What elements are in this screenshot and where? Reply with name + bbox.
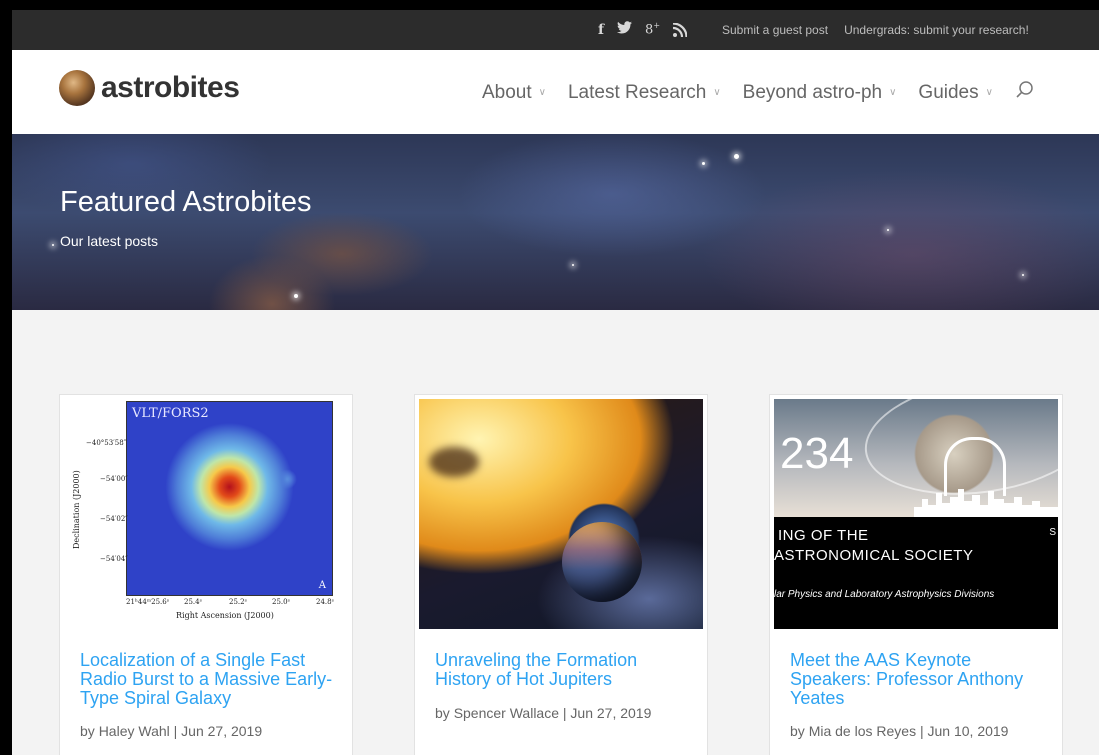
top-bar: f 8+ Submit a guest post Undergrads: sub… (12, 10, 1099, 50)
chevron-down-icon: ∨ (889, 87, 897, 98)
search-icon[interactable] (1015, 80, 1035, 105)
undergrad-submit-link[interactable]: Undergrads: submit your research! (844, 23, 1029, 37)
post-author[interactable]: Haley Wahl (99, 723, 170, 739)
y-tick: −54′04″ (100, 555, 128, 563)
x-tick: 24.8ˢ (316, 598, 334, 606)
nav-item-about[interactable]: About ∨ (482, 82, 546, 104)
sunspot-decoration (429, 447, 479, 477)
post-thumbnail[interactable]: 234 ING OF THE ASTRONOMICAL SOCIETY lar … (774, 399, 1058, 629)
logo-planet-icon (59, 70, 95, 106)
post-card: Unraveling the Formation History of Hot … (414, 394, 708, 755)
chevron-down-icon: ∨ (713, 87, 721, 98)
post-title-link[interactable]: Localization of a Single Fast Radio Burs… (80, 651, 340, 708)
facebook-icon[interactable]: f (598, 22, 604, 38)
post-thumbnail[interactable] (419, 399, 703, 629)
post-date: Jun 10, 2019 (927, 723, 1009, 739)
post-title-link[interactable]: Unraveling the Formation History of Hot … (435, 651, 695, 689)
city-skyline-icon (914, 489, 1058, 517)
y-tick: −40°53′58″ (86, 439, 127, 447)
post-card: VLT/FORS2 A −40°53′58″ −54′00″ −54′02″ −… (59, 394, 353, 755)
y-tick: −54′02″ (100, 515, 128, 523)
banner-line-3: lar Physics and Laboratory Astrophysics … (774, 589, 995, 600)
post-author[interactable]: Mia de los Reyes (809, 723, 916, 739)
nav-label: About (482, 81, 532, 103)
planet-illustration (562, 522, 642, 602)
top-links: Submit a guest post Undergrads: submit y… (722, 23, 1029, 37)
star-decoration (294, 294, 298, 298)
post-date: Jun 27, 2019 (181, 723, 263, 739)
post-author[interactable]: Spencer Wallace (454, 705, 559, 721)
chevron-down-icon: ∨ (985, 87, 993, 98)
nav-item-guides[interactable]: Guides ∨ (918, 82, 993, 104)
nav-label: Latest Research (567, 81, 707, 103)
post-title-link[interactable]: Meet the AAS Keynote Speakers: Professor… (790, 651, 1050, 708)
star-decoration (52, 244, 54, 246)
post-meta: by Haley Wahl | Jun 27, 2019 (80, 723, 262, 739)
image-label: VLT/FORS2 (132, 406, 209, 421)
site-header: astrobites About ∨ Latest Research ∨ Bey… (12, 50, 1099, 135)
x-tick: 25.2ˢ (229, 598, 247, 606)
social-links: f 8+ (598, 21, 688, 38)
meta-separator: | (919, 723, 924, 739)
x-axis-label: Right Ascension (J2000) (176, 611, 274, 620)
nav-label: Beyond astro-ph (742, 81, 883, 103)
post-meta: by Mia de los Reyes | Jun 10, 2019 (790, 723, 1008, 739)
main-nav: About ∨ Latest Research ∨ Beyond astro-p… (482, 80, 1035, 105)
x-tick: 21ʰ44ᵐ25.6ˢ (126, 598, 170, 606)
post-thumbnail[interactable]: VLT/FORS2 A −40°53′58″ −54′00″ −54′02″ −… (64, 399, 348, 629)
x-tick: 25.4ˢ (184, 598, 202, 606)
post-meta: by Spencer Wallace | Jun 27, 2019 (435, 705, 651, 721)
banner-edge-text: S (1049, 527, 1056, 538)
hero-banner: Featured Astrobites Our latest posts (12, 134, 1099, 310)
star-decoration (734, 154, 739, 159)
star-decoration (702, 162, 705, 165)
fors2-image: VLT/FORS2 A (126, 401, 333, 596)
image-corner-label: A (318, 580, 326, 591)
by-prefix: by (435, 705, 450, 721)
nav-label: Guides (918, 81, 979, 103)
nav-item-latest-research[interactable]: Latest Research ∨ (568, 82, 721, 104)
y-tick: −54′00″ (100, 475, 128, 483)
meta-separator: | (562, 705, 567, 721)
y-axis-label: Declination (J2000) (72, 470, 81, 549)
rss-icon[interactable] (673, 22, 688, 37)
site-logo[interactable]: astrobites (59, 70, 240, 106)
banner-line-1: ING OF THE (778, 527, 869, 544)
aas-banner-sky: 234 (774, 399, 1058, 517)
chevron-down-icon: ∨ (538, 87, 546, 98)
logo-text: astrobites (101, 71, 240, 104)
browser-page: f 8+ Submit a guest post Undergrads: sub… (12, 10, 1099, 755)
hero-subtitle: Our latest posts (60, 233, 159, 249)
hero-title: Featured Astrobites (60, 186, 312, 218)
twitter-icon[interactable] (617, 21, 633, 38)
nav-item-beyond-astro-ph[interactable]: Beyond astro-ph ∨ (743, 82, 897, 104)
meeting-number: 234 (780, 429, 854, 478)
post-date: Jun 27, 2019 (570, 705, 652, 721)
post-card: 234 ING OF THE ASTRONOMICAL SOCIETY lar … (769, 394, 1063, 755)
google-plus-icon[interactable]: 8+ (645, 21, 660, 37)
banner-line-2: ASTRONOMICAL SOCIETY (774, 547, 974, 564)
x-tick: 25.0ˢ (272, 598, 290, 606)
star-decoration (1022, 274, 1024, 276)
by-prefix: by (80, 723, 95, 739)
star-decoration (572, 264, 574, 266)
by-prefix: by (790, 723, 805, 739)
meta-separator: | (173, 723, 178, 739)
star-decoration (887, 229, 889, 231)
submit-guest-post-link[interactable]: Submit a guest post (722, 23, 828, 37)
